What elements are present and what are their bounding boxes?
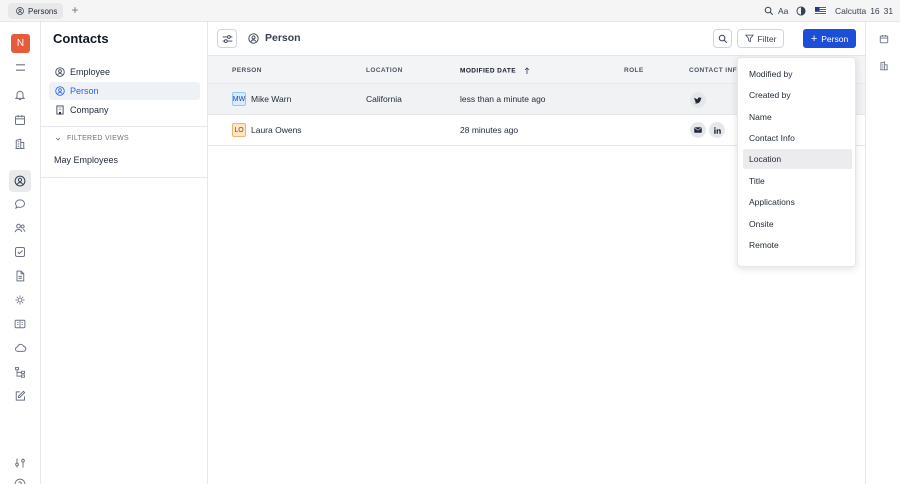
- sidebar-item-employee[interactable]: Employee: [49, 63, 200, 81]
- search-button[interactable]: [713, 29, 732, 48]
- menu-item-applications[interactable]: Applications: [743, 192, 852, 212]
- building-icon: [55, 105, 65, 115]
- view-settings-button[interactable]: [217, 29, 237, 48]
- cloud-icon[interactable]: [12, 340, 28, 356]
- column-header-label: MODIFIED DATE: [460, 67, 516, 75]
- sort-arrow-icon: [524, 67, 530, 75]
- filtered-views-toggle[interactable]: FILTERED VIEWS: [55, 135, 129, 142]
- filter-funnel-icon: [744, 34, 754, 43]
- clock-hour: 16: [870, 6, 880, 16]
- sidebar-title: Contacts: [53, 31, 109, 46]
- twitter-icon[interactable]: [690, 92, 706, 108]
- person-circle-icon: [55, 86, 65, 96]
- search-text-button[interactable]: Aa: [764, 4, 788, 18]
- view-toolbar: Person Filter + Person: [208, 22, 865, 56]
- plus-icon: +: [810, 32, 818, 45]
- people-icon[interactable]: [12, 220, 28, 236]
- menu-item-remote[interactable]: Remote: [743, 235, 852, 255]
- logo-letter: N: [16, 38, 25, 49]
- top-bar: Persons + Aa Calcutta 16 31: [0, 0, 900, 22]
- app-rail: N: [0, 22, 41, 484]
- contacts-icon[interactable]: [9, 170, 31, 192]
- sidebar-item-label: Company: [70, 105, 109, 115]
- clock-location: Calcutta: [835, 6, 867, 16]
- help-icon[interactable]: [12, 476, 28, 484]
- document-icon[interactable]: [12, 268, 28, 284]
- edit-icon[interactable]: [12, 388, 28, 404]
- location-cell: California: [366, 94, 402, 104]
- workspace-logo[interactable]: N: [11, 34, 30, 53]
- menu-item-onsite[interactable]: Onsite: [743, 214, 852, 234]
- avatar: LO: [232, 123, 246, 137]
- column-header-modified-date[interactable]: MODIFIED DATE: [460, 67, 530, 75]
- person-circle-icon: [16, 7, 24, 15]
- sidebar-item-person[interactable]: Person: [49, 82, 200, 100]
- search-icon: [718, 34, 728, 44]
- avatar: MW: [232, 92, 246, 106]
- person-circle-icon: [55, 67, 65, 77]
- linkedin-icon[interactable]: [709, 122, 725, 138]
- menu-item-name[interactable]: Name: [743, 107, 852, 127]
- filtered-view-may-employees[interactable]: May Employees: [49, 151, 200, 169]
- menu-item-contact-info[interactable]: Contact Info: [743, 128, 852, 148]
- filtered-view-label: May Employees: [54, 155, 119, 165]
- person-cell[interactable]: LO Laura Owens: [232, 123, 302, 137]
- clock-minute: 31: [883, 6, 894, 16]
- filter-label: Filter: [757, 33, 777, 44]
- modified-date-cell: less than a minute ago: [460, 94, 546, 104]
- add-tab-button[interactable]: +: [69, 4, 81, 16]
- building-icon[interactable]: [12, 136, 28, 152]
- book-icon[interactable]: [12, 316, 28, 332]
- bug-icon[interactable]: [12, 292, 28, 308]
- tab-persons[interactable]: Persons: [8, 3, 63, 19]
- contacts-sidebar: Contacts Employee Person Company FILTERE…: [41, 22, 208, 484]
- clock-display: Calcutta 16 31: [835, 4, 893, 18]
- menu-item-created-by[interactable]: Created by: [743, 85, 852, 105]
- column-header-location[interactable]: LOCATION: [366, 67, 403, 74]
- sidebar-item-label: Employee: [70, 67, 111, 77]
- person-cell[interactable]: MW Mike Warn: [232, 92, 291, 106]
- column-header-person[interactable]: PERSON: [232, 67, 262, 74]
- calendar-icon[interactable]: [12, 112, 28, 128]
- person-name: Mike Warn: [251, 94, 292, 104]
- chat-icon[interactable]: [12, 196, 28, 212]
- person-circle-icon: [248, 32, 259, 44]
- column-header-role[interactable]: ROLE: [624, 67, 644, 74]
- task-check-icon[interactable]: [12, 244, 28, 260]
- search-icon: [764, 6, 774, 16]
- menu-icon[interactable]: [12, 59, 28, 75]
- settings-sliders-icon: [222, 34, 233, 44]
- us-flag-icon[interactable]: [815, 4, 826, 18]
- sliders-icon[interactable]: [12, 455, 28, 471]
- building-icon[interactable]: [879, 61, 889, 71]
- calendar-icon[interactable]: [879, 34, 889, 44]
- view-heading: Person: [248, 32, 301, 44]
- column-header-contact-info[interactable]: CONTACT INFO: [689, 67, 742, 74]
- menu-item-location[interactable]: Location: [743, 149, 852, 169]
- tab-label: Persons: [28, 6, 58, 16]
- bell-icon[interactable]: [12, 87, 28, 103]
- sidebar-item-label: Person: [70, 86, 99, 96]
- contrast-icon[interactable]: [796, 4, 806, 18]
- email-icon[interactable]: [690, 122, 706, 138]
- divider: [41, 126, 208, 127]
- person-name: Laura Owens: [251, 125, 302, 135]
- add-person-button[interactable]: + Person: [803, 29, 856, 48]
- view-title: Person: [265, 32, 301, 44]
- chevron-down-icon: [55, 136, 61, 142]
- filtered-views-header: FILTERED VIEWS: [67, 135, 130, 142]
- menu-item-title[interactable]: Title: [743, 171, 852, 191]
- text-size-label: Aa: [778, 6, 789, 16]
- workflow-icon[interactable]: [12, 364, 28, 380]
- menu-item-modified-by[interactable]: Modified by: [743, 64, 852, 84]
- sidebar-item-company[interactable]: Company: [49, 101, 200, 119]
- filter-button[interactable]: Filter: [737, 29, 784, 48]
- right-rail: [865, 22, 900, 484]
- modified-date-cell: 28 minutes ago: [460, 125, 519, 135]
- add-person-label: Person: [821, 33, 849, 44]
- column-options-menu: Modified by Created by Name Contact Info…: [737, 57, 856, 267]
- divider: [41, 177, 208, 178]
